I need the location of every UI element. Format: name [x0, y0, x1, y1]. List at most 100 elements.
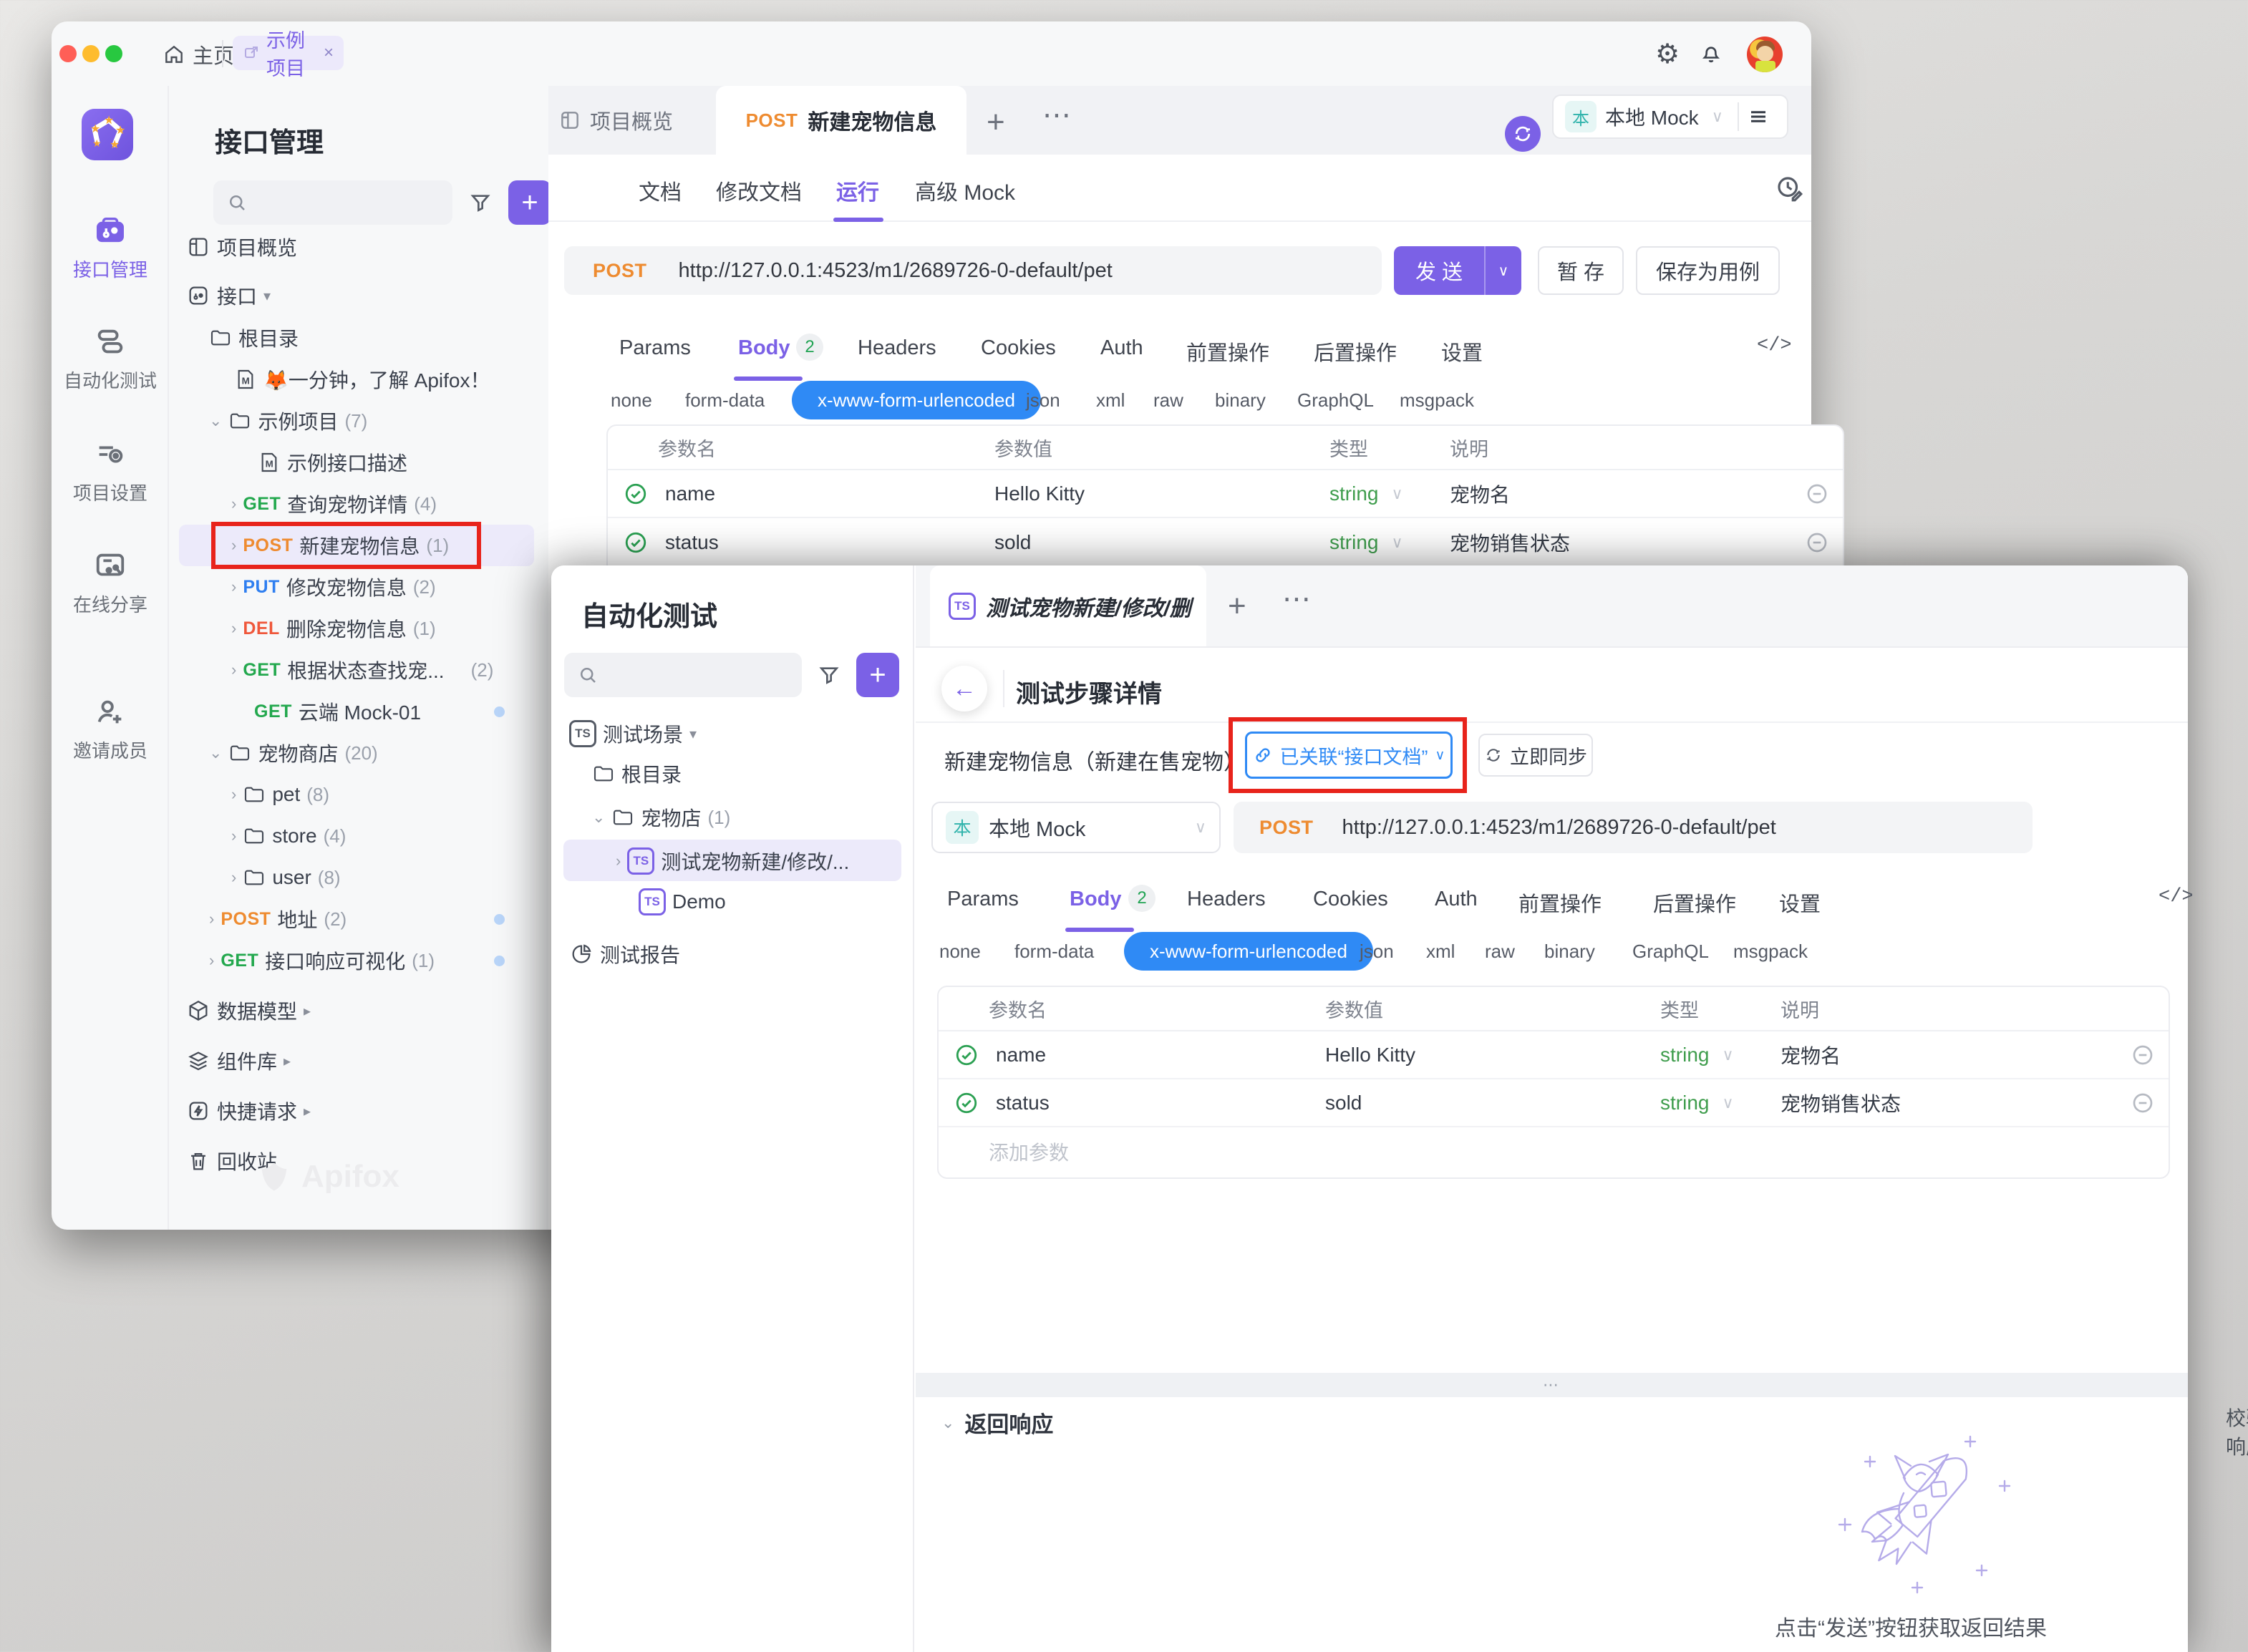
tab-post-create-pet[interactable]: POST 新建宠物信息 — [716, 86, 966, 155]
check-circle-icon[interactable] — [954, 1043, 979, 1067]
bodytype-binary[interactable]: binary — [1215, 381, 1266, 419]
code-view-icon[interactable]: </> — [2159, 886, 2194, 908]
table-row[interactable]: status sold string∨ 宠物销售状态 — [939, 1079, 2169, 1127]
env-sync-icon[interactable] — [1505, 116, 1541, 152]
history-icon[interactable] — [1774, 173, 1804, 203]
remove-row-icon[interactable] — [1791, 482, 1843, 505]
tree-item-quick-request[interactable]: 快捷请求 ▸ — [178, 1090, 547, 1132]
reqtab-params[interactable]: Params — [619, 336, 691, 360]
bodytype-formdata[interactable]: form-data — [685, 381, 765, 419]
param-name[interactable]: status — [665, 531, 719, 554]
param-value[interactable]: Hello Kitty — [994, 482, 1329, 505]
send-button[interactable]: 发 送 ∨ — [1394, 246, 1521, 295]
remove-row-icon[interactable] — [1791, 531, 1843, 554]
tree-item-demo[interactable]: TS Demo — [551, 881, 921, 923]
new-tab-icon[interactable]: + — [987, 105, 1005, 140]
tree-item-cloud-mock[interactable]: GET 云端 Mock-01 — [178, 691, 547, 732]
tree-item-test-report[interactable]: 测试报告 — [551, 933, 921, 975]
param-desc[interactable]: 宠物销售状态 — [1450, 528, 1791, 557]
stash-button[interactable]: 暂 存 — [1538, 246, 1624, 295]
check-circle-icon[interactable] — [954, 1091, 979, 1115]
param-name[interactable]: name — [665, 482, 715, 505]
bodytype-raw[interactable]: raw — [1485, 932, 1515, 971]
tree-item-get-visualization[interactable]: › GET 接口响应可视化 (1) — [178, 940, 547, 981]
settings-gear-icon[interactable]: ⚙ — [1655, 38, 1680, 70]
add-scene-button[interactable]: + — [856, 653, 899, 697]
reqtab-post[interactable]: 后置操作 — [1314, 336, 1397, 366]
more-tabs-icon[interactable]: ⋯ — [1282, 583, 1311, 616]
filter-button[interactable] — [808, 653, 851, 697]
code-view-icon[interactable]: </> — [1757, 335, 1792, 356]
tree-item-user-folder[interactable]: › user (8) — [178, 857, 547, 898]
bodytype-none[interactable]: none — [939, 932, 981, 971]
reqtab-cookies[interactable]: Cookies — [981, 336, 1056, 360]
subtab-run[interactable]: 运行 — [836, 175, 879, 206]
tree-item-root[interactable]: 根目录 — [551, 753, 921, 795]
environment-select[interactable]: 本 本地 Mock ∨ — [931, 802, 1221, 853]
param-type[interactable]: string — [1660, 1044, 1709, 1066]
reqtab-pre[interactable]: 前置操作 — [1518, 888, 1602, 918]
table-row[interactable]: name Hello Kitty string∨ 宠物名 — [939, 1031, 2169, 1079]
tree-item-test-scene-selected[interactable]: › TS 测试宠物新建/修改/... — [551, 840, 921, 882]
send-dropdown-icon[interactable]: ∨ — [1486, 262, 1521, 280]
notification-bell-icon[interactable] — [1698, 39, 1724, 65]
param-desc[interactable]: 宠物名 — [1450, 480, 1791, 508]
add-param-row[interactable]: 添加参数 — [939, 1127, 2169, 1175]
subtab-doc[interactable]: 文档 — [639, 175, 682, 206]
splitter-handle[interactable]: ⋯ — [916, 1373, 2188, 1397]
bodytype-raw[interactable]: raw — [1153, 381, 1183, 419]
check-circle-icon[interactable] — [624, 482, 648, 506]
bodytype-urlencoded[interactable]: x-www-form-urlencoded — [1124, 932, 1373, 971]
reqtab-auth[interactable]: Auth — [1435, 888, 1478, 911]
param-desc[interactable]: 宠物销售状态 — [1781, 1089, 2117, 1117]
tree-item-test-scenes[interactable]: TS 测试场景 ▾ — [551, 713, 921, 754]
reqtab-body[interactable]: Body — [738, 336, 790, 360]
reqtab-settings[interactable]: 设置 — [1779, 888, 1821, 918]
more-tabs-icon[interactable]: ⋯ — [1042, 99, 1072, 132]
tree-item-petshop[interactable]: ⌄ 宠物店 (1) — [551, 797, 921, 838]
tree-item-doc-intro[interactable]: M 🦊一分钟，了解 Apifox！ — [178, 359, 547, 400]
bodytype-binary[interactable]: binary — [1544, 932, 1595, 971]
url-bar[interactable]: POST http://127.0.0.1:4523/m1/2689726-0-… — [1234, 802, 2033, 853]
reqtab-cookies[interactable]: Cookies — [1313, 888, 1388, 911]
param-value[interactable]: sold — [1325, 1092, 1660, 1114]
bodytype-json[interactable]: json — [1360, 932, 1394, 971]
bodytype-graphql[interactable]: GraphQL — [1632, 932, 1709, 971]
back-button[interactable]: ← — [941, 666, 987, 711]
reqtab-headers[interactable]: Headers — [1187, 888, 1266, 911]
remove-row-icon[interactable] — [2117, 1092, 2169, 1114]
response-section-header[interactable]: ⌄ 返回响应 — [941, 1406, 1053, 1439]
menu-burger-icon[interactable] — [1748, 106, 1769, 127]
param-name[interactable]: status — [996, 1092, 1050, 1114]
bodytype-formdata[interactable]: form-data — [1014, 932, 1094, 971]
tree-item-api-root[interactable]: 接口 ▾ — [178, 275, 547, 316]
tree-item-pet-store[interactable]: ⌄ 宠物商店 (20) — [178, 732, 547, 774]
param-type[interactable]: string — [1329, 482, 1378, 505]
subtab-mock[interactable]: 高级 Mock — [915, 175, 1015, 206]
reqtab-body[interactable]: Body — [1070, 888, 1122, 911]
bodytype-xml[interactable]: xml — [1096, 381, 1125, 419]
reqtab-headers[interactable]: Headers — [858, 336, 936, 360]
param-desc[interactable]: 宠物名 — [1781, 1041, 2117, 1069]
table-row[interactable]: name Hello Kitty string∨ 宠物名 — [608, 470, 1843, 518]
bodytype-msgpack[interactable]: msgpack — [1733, 932, 1808, 971]
tab-project-overview[interactable]: 项目概览 — [558, 86, 673, 155]
tree-item-get-by-status[interactable]: › GET 根据状态查找宠... (2) — [178, 649, 547, 691]
tree-item-project-overview[interactable]: 项目概览 — [178, 226, 547, 268]
tree-item-root-folder[interactable]: 根目录 — [178, 317, 547, 359]
tree-item-components[interactable]: 组件库 ▸ — [178, 1040, 547, 1082]
param-value[interactable]: sold — [994, 531, 1329, 554]
user-avatar[interactable] — [1747, 37, 1783, 72]
tree-item-del-pet[interactable]: › DEL 删除宠物信息 (1) — [178, 608, 547, 649]
tree-item-post-address[interactable]: › POST 地址 (2) — [178, 898, 547, 940]
tree-item-pet-folder[interactable]: › pet (8) — [178, 774, 547, 815]
tree-item-store-folder[interactable]: › store (4) — [178, 815, 547, 857]
save-as-case-button[interactable]: 保存为用例 — [1636, 246, 1780, 295]
reqtab-params[interactable]: Params — [947, 888, 1019, 911]
bodytype-urlencoded[interactable]: x-www-form-urlencoded — [792, 381, 1041, 419]
reqtab-settings[interactable]: 设置 — [1441, 336, 1483, 366]
reqtab-auth[interactable]: Auth — [1100, 336, 1143, 360]
param-type[interactable]: string — [1329, 531, 1378, 554]
tree-item-sample-doc[interactable]: M 示例接口描述 — [178, 442, 547, 483]
new-tab-icon[interactable]: + — [1228, 588, 1246, 624]
